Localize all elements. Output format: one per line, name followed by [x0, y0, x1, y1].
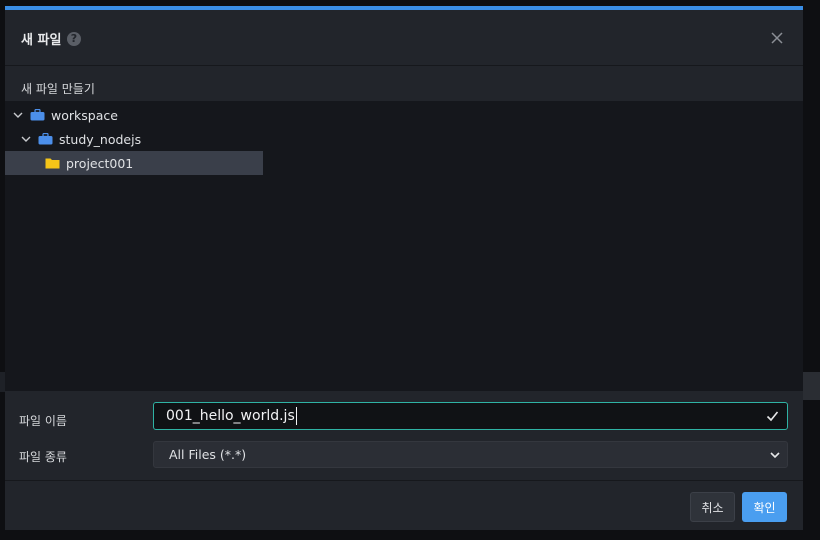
cancel-button[interactable]: 취소 [690, 492, 735, 522]
ok-button[interactable]: 확인 [742, 492, 787, 522]
file-name-input[interactable]: 001_hello_world.js [153, 402, 788, 430]
new-file-dialog: 새 파일 ? 새 파일 만들기 workspace study_nodejs p… [5, 6, 803, 530]
footer-divider [5, 480, 803, 481]
file-name-value: 001_hello_world.js [166, 408, 295, 424]
tree-item-label: project001 [66, 155, 134, 171]
briefcase-icon [38, 133, 53, 145]
dialog-header: 새 파일 ? [5, 10, 803, 66]
tree-item-project001[interactable]: project001 [5, 151, 263, 175]
chevron-down-icon[interactable] [20, 133, 32, 145]
tree-item-label: workspace [51, 107, 118, 123]
background-window-strip [803, 372, 820, 400]
tree-item-label: study_nodejs [59, 131, 142, 147]
file-type-select[interactable]: All Files (*.*) [153, 441, 788, 468]
section-label: 새 파일 만들기 [21, 82, 95, 96]
file-type-label: 파일 종류 [19, 450, 67, 464]
chevron-down-icon [770, 452, 780, 459]
close-icon[interactable] [769, 30, 785, 46]
text-caret [295, 407, 297, 425]
file-name-label: 파일 이름 [19, 414, 67, 428]
dialog-title: 새 파일 [21, 33, 62, 48]
help-icon[interactable]: ? [67, 32, 81, 46]
briefcase-icon [30, 109, 45, 121]
file-type-value: All Files (*.*) [169, 447, 247, 462]
tree-item-workspace[interactable]: workspace [12, 103, 262, 127]
tree-item-study-nodejs[interactable]: study_nodejs [20, 127, 262, 151]
folder-icon [45, 158, 60, 169]
chevron-down-icon[interactable] [12, 109, 24, 121]
checkmark-icon [766, 411, 779, 422]
folder-tree: workspace study_nodejs project001 [5, 101, 803, 391]
